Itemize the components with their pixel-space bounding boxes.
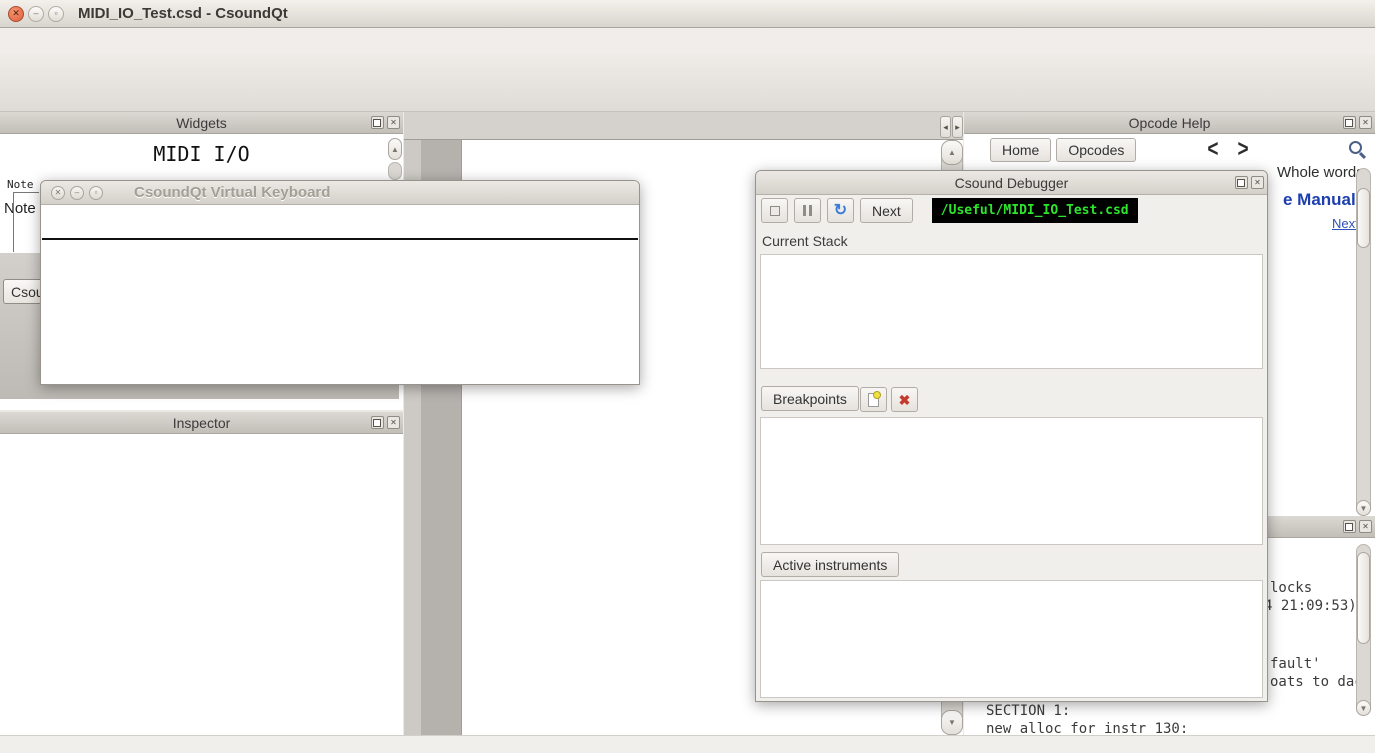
help-search-icon[interactable] [1349, 141, 1362, 154]
groupbox-border [13, 192, 14, 252]
menu-bar [0, 28, 1375, 54]
delete-breakpoint-button[interactable]: ✖ [891, 387, 918, 412]
midi-io-widget-title: MIDI I/O [0, 142, 403, 166]
help-home-button[interactable]: Home [990, 138, 1051, 162]
inspector-float-icon[interactable] [371, 416, 384, 429]
keyboard-window-title: CsoundQt Virtual Keyboard [134, 184, 330, 201]
keyboard-close-icon[interactable]: ✕ [51, 186, 65, 200]
note-groupbox-label: Note [7, 178, 34, 191]
help-forward-icon[interactable]: > [1238, 136, 1249, 164]
window-titlebar: ✕ – ▫ MIDI_IO_Test.csd - CsoundQt [0, 0, 1375, 28]
keyboard-controls [41, 205, 639, 238]
help-scrollbar-down[interactable]: ▼ [1356, 500, 1371, 516]
active-instruments-button[interactable]: Active instruments [761, 552, 899, 577]
keyboard-maximize-icon[interactable]: ▫ [89, 186, 103, 200]
debugger-window: Csound Debugger ↻ Next /Useful/MIDI_IO_T… [755, 170, 1268, 702]
console-close-icon[interactable] [1359, 520, 1372, 533]
editor-scrollbar-up[interactable]: ▲ [941, 140, 963, 165]
debugger-toolbar: ↻ Next /Useful/MIDI_IO_Test.csd [761, 198, 1138, 223]
window-maximize-icon[interactable]: ▫ [48, 6, 64, 22]
debug-next-button[interactable]: Next [860, 198, 913, 223]
console-scrollbar-down[interactable]: ▼ [1356, 700, 1371, 716]
delete-icon: ✖ [899, 393, 911, 407]
help-opcodes-button[interactable]: Opcodes [1056, 138, 1136, 162]
refresh-icon: ↻ [834, 203, 847, 219]
widgets-scrollbar[interactable] [388, 162, 402, 180]
current-stack-label: Current Stack [762, 233, 848, 249]
debug-file-path: /Useful/MIDI_IO_Test.csd [932, 198, 1138, 223]
tab-scroll-right-icon[interactable]: ▸ [952, 116, 963, 138]
debug-pause-button[interactable] [794, 198, 821, 223]
active-instruments-table [760, 580, 1263, 698]
opcode-help-titlebar: Opcode Help [964, 112, 1375, 134]
groupbox-border [13, 192, 39, 193]
widgets-dock-title: Widgets [176, 115, 227, 131]
console-output-fragment: SECTION 1: [986, 703, 1070, 719]
window-title: MIDI_IO_Test.csd - CsoundQt [78, 5, 288, 22]
stack-table [760, 254, 1263, 369]
csoundqt-window: ✕ – ▫ MIDI_IO_Test.csd - CsoundQt Widget… [0, 0, 1375, 753]
widgets-scrollbar-up[interactable]: ▲ [388, 138, 402, 160]
debug-stop-button[interactable] [761, 198, 788, 223]
breakpoints-table [760, 417, 1263, 545]
new-document-icon [868, 393, 879, 407]
main-toolbar [0, 54, 1375, 112]
widgets-close-icon[interactable] [387, 116, 400, 129]
console-output-fragment: fault' [1270, 656, 1321, 672]
new-breakpoint-button[interactable] [860, 387, 887, 412]
debugger-title: Csound Debugger [955, 175, 1069, 191]
inspector-dock: Inspector [0, 412, 403, 735]
piano-keyboard[interactable] [42, 238, 638, 384]
opcode-help-title: Opcode Help [1129, 115, 1211, 131]
console-output-fragment: oats to dac [1270, 674, 1363, 690]
keyboard-minimize-icon[interactable]: – [70, 186, 84, 200]
pause-icon [803, 205, 812, 216]
help-back-icon[interactable]: < [1207, 136, 1218, 164]
editor-tabbar [404, 112, 963, 140]
debugger-titlebar: Csound Debugger [756, 171, 1267, 195]
console-float-icon[interactable] [1343, 520, 1356, 533]
opcode-help-close-icon[interactable] [1359, 116, 1372, 129]
status-bar [0, 735, 1375, 753]
whole-words-label: Whole words [1277, 164, 1364, 181]
window-close-icon[interactable]: ✕ [8, 6, 24, 22]
stop-icon [770, 206, 780, 216]
console-output-fragment: 4 21:09:53) [1264, 598, 1357, 614]
virtual-keyboard-window: ✕ – ▫ CsoundQt Virtual Keyboard [40, 180, 640, 385]
debug-refresh-button[interactable]: ↻ [827, 198, 854, 223]
window-minimize-icon[interactable]: – [28, 6, 44, 22]
console-output-fragment: locks [1270, 580, 1312, 596]
note-widget-label: Note [4, 200, 40, 217]
manual-heading-fragment: e Manual [1283, 190, 1356, 210]
help-scrollbar-thumb[interactable] [1357, 188, 1370, 248]
breakpoints-button[interactable]: Breakpoints [761, 386, 859, 411]
editor-scrollbar-down[interactable]: ▼ [941, 710, 963, 735]
console-scrollbar-thumb[interactable] [1357, 552, 1370, 644]
tab-scroll-left-icon[interactable]: ◂ [940, 116, 951, 138]
console-output-fragment: new alloc for instr 130: [986, 721, 1188, 735]
inspector-dock-title: Inspector [173, 415, 231, 431]
opcode-help-float-icon[interactable] [1343, 116, 1356, 129]
debugger-close-icon[interactable] [1251, 176, 1264, 189]
widgets-dock-titlebar: Widgets [0, 112, 403, 134]
inspector-close-icon[interactable] [387, 416, 400, 429]
debugger-float-icon[interactable] [1235, 176, 1248, 189]
keyboard-window-titlebar: ✕ – ▫ CsoundQt Virtual Keyboard [41, 181, 639, 205]
inspector-dock-titlebar: Inspector [0, 412, 403, 434]
widgets-float-icon[interactable] [371, 116, 384, 129]
manual-next-link[interactable]: Next [1332, 216, 1359, 231]
